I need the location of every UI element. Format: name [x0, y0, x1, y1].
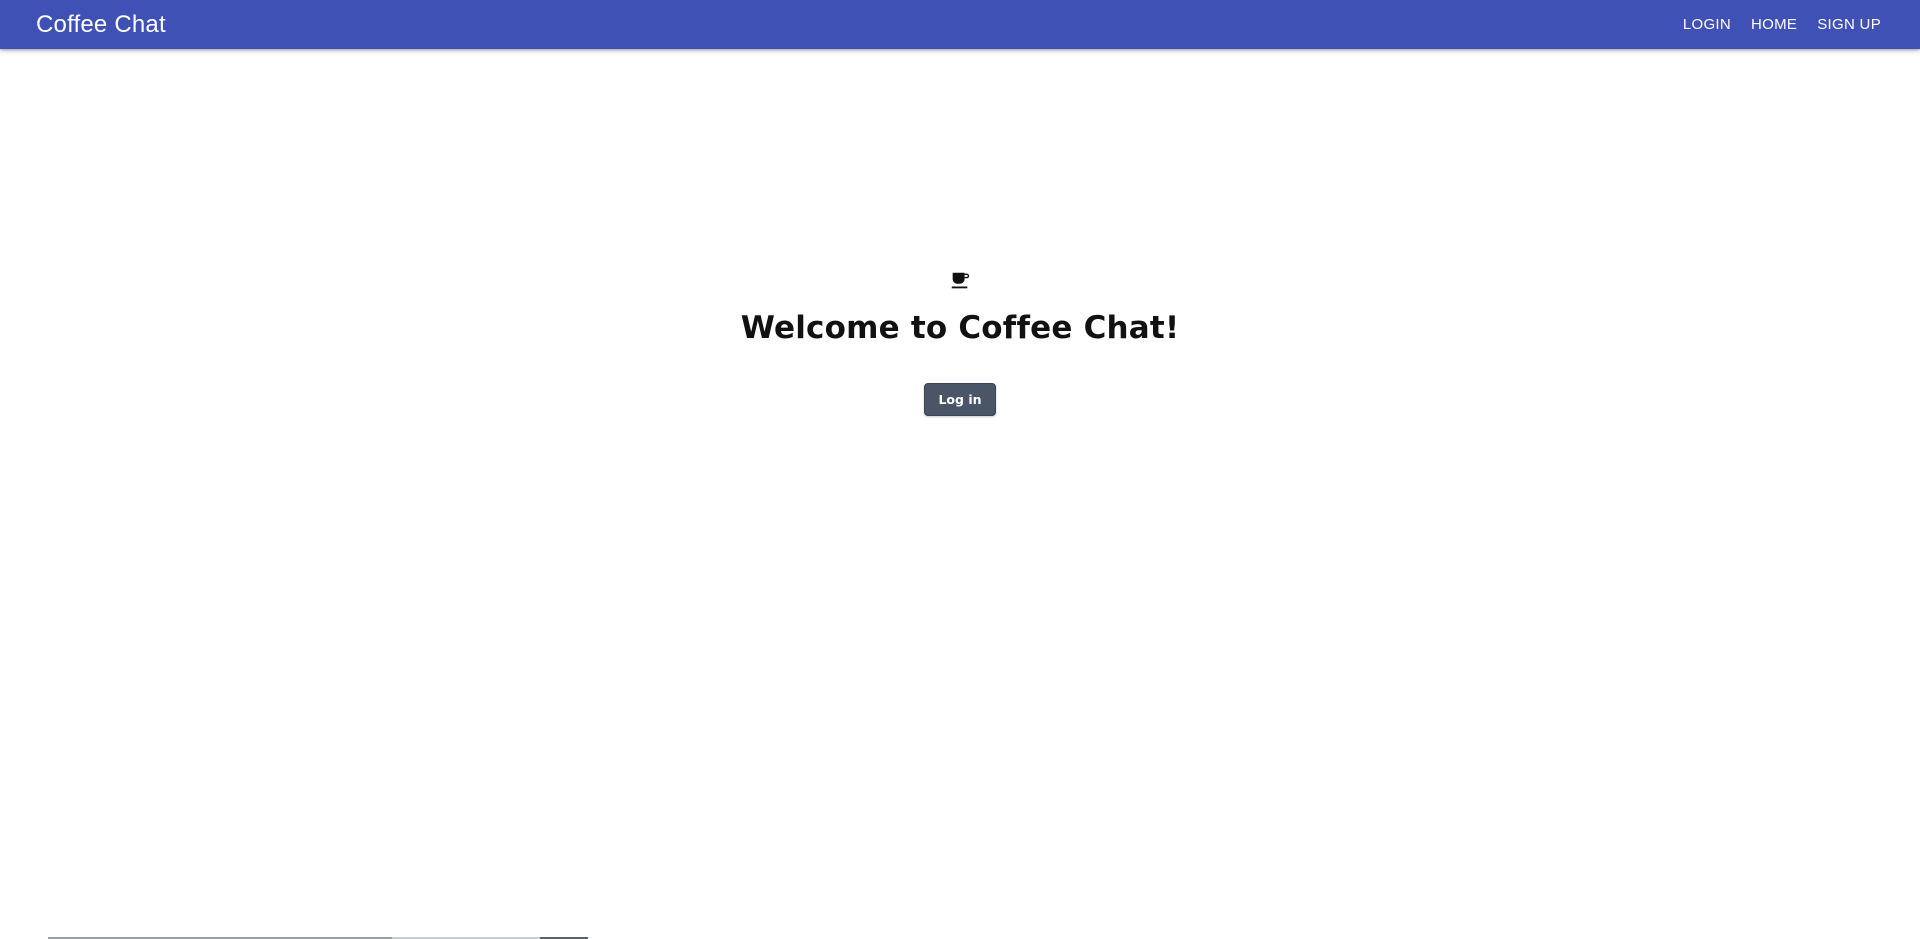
top-nav: LOGIN HOME SIGN UP	[1676, 10, 1888, 39]
coffee-cup-icon	[951, 272, 970, 289]
nav-signup-button[interactable]: SIGN UP	[1810, 10, 1888, 39]
app-bar: Coffee Chat LOGIN HOME SIGN UP	[0, 0, 1920, 49]
page-title: Welcome to Coffee Chat!	[740, 310, 1180, 346]
nav-login-button[interactable]: LOGIN	[1676, 10, 1738, 39]
nav-home-button[interactable]: HOME	[1744, 10, 1804, 39]
hero-section: Welcome to Coffee Chat! Log in	[0, 270, 1920, 416]
brand-title[interactable]: Coffee Chat	[36, 11, 1676, 39]
login-button[interactable]: Log in	[924, 383, 996, 416]
